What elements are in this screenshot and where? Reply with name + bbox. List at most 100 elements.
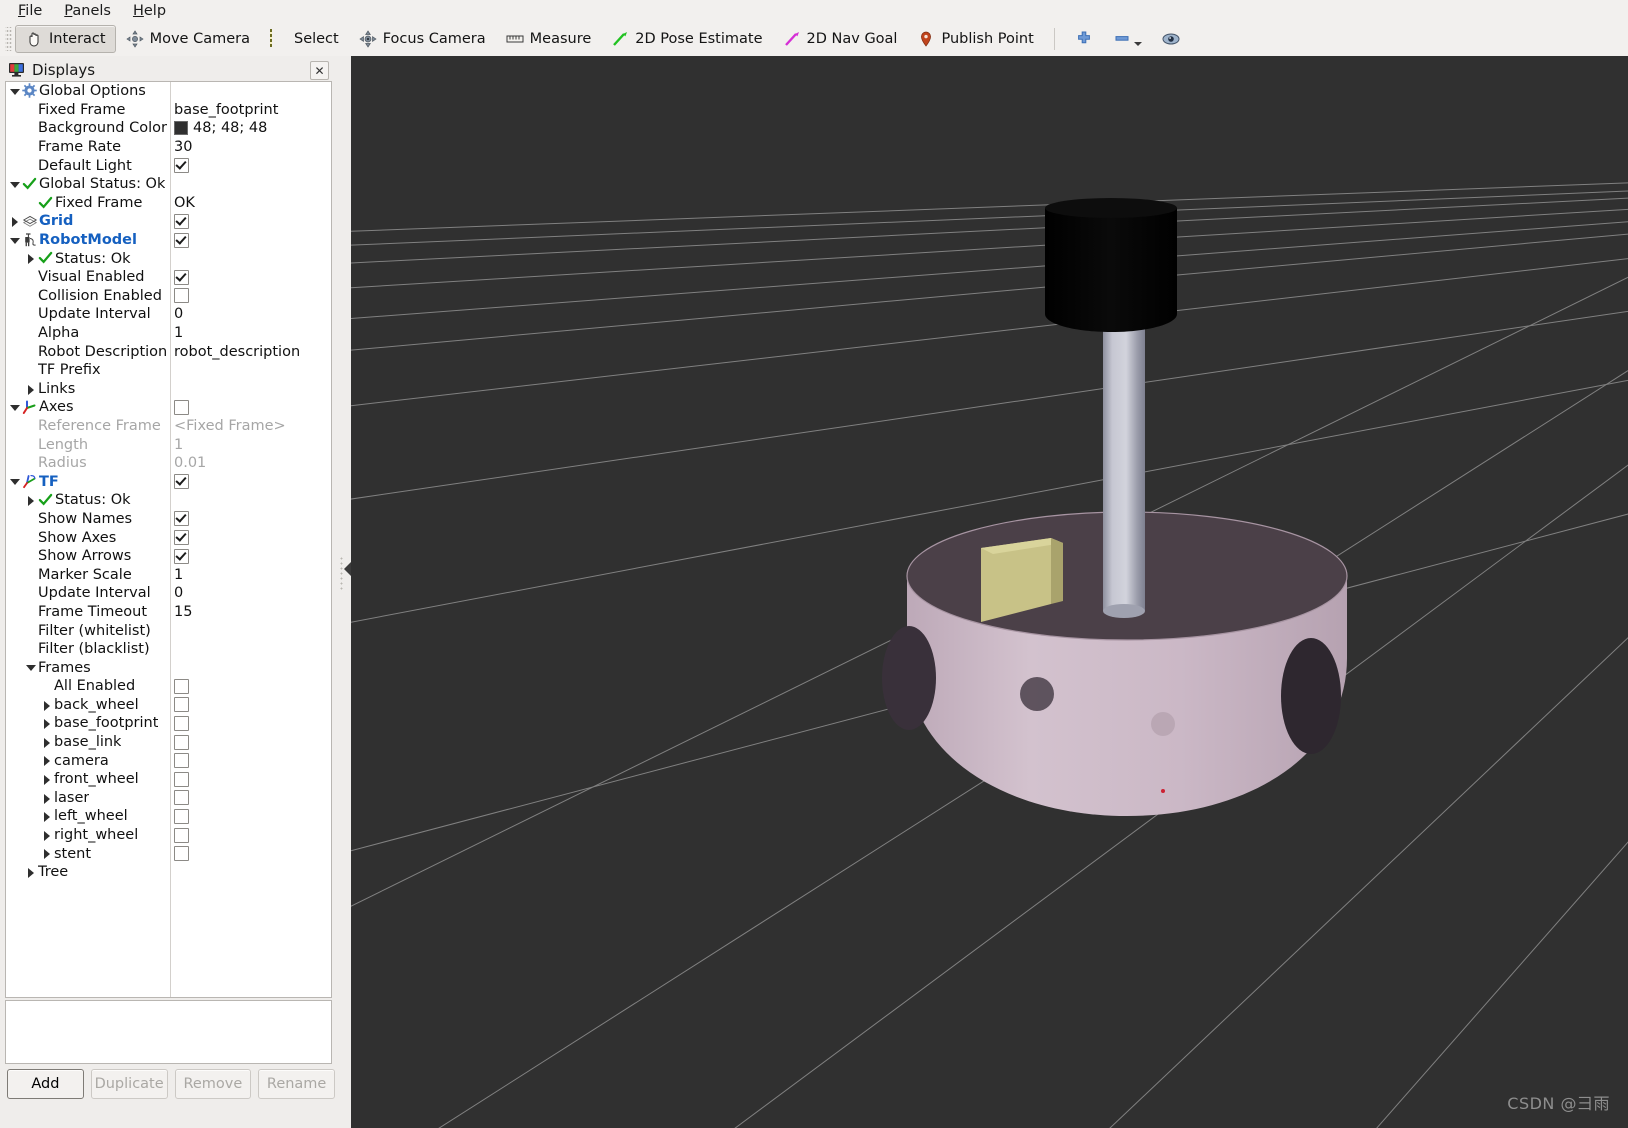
tool-interact-button[interactable]: Interact bbox=[15, 25, 116, 53]
checkbox-unchecked[interactable] bbox=[174, 678, 189, 694]
tree-twisty-open[interactable] bbox=[6, 231, 22, 250]
tree-twisty-closed[interactable] bbox=[38, 844, 54, 863]
tree-row-value-cell[interactable] bbox=[169, 733, 331, 752]
tree-twisty-closed[interactable] bbox=[22, 380, 38, 399]
tree-twisty-closed[interactable] bbox=[22, 863, 38, 882]
tree-row-value-cell[interactable] bbox=[169, 510, 331, 529]
tree-row-value-cell[interactable] bbox=[169, 472, 331, 491]
tree-row-value-cell[interactable] bbox=[169, 175, 331, 194]
tree-row-value-cell[interactable] bbox=[169, 863, 331, 882]
duplicate-button[interactable]: Duplicate bbox=[90, 1069, 168, 1099]
tree-row[interactable]: Collision Enabled bbox=[6, 287, 331, 306]
menu-item-file[interactable]: File bbox=[8, 1, 52, 21]
checkbox-unchecked[interactable] bbox=[174, 771, 189, 787]
tree-row[interactable]: Frame Timeout 15 bbox=[6, 603, 331, 622]
tree-row-value-cell[interactable] bbox=[169, 696, 331, 715]
close-icon[interactable]: ✕ bbox=[310, 61, 329, 80]
tree-row[interactable]: laser bbox=[6, 789, 331, 808]
checkbox-checked[interactable] bbox=[174, 530, 189, 546]
tree-row[interactable]: base_link bbox=[6, 733, 331, 752]
tree-twisty-open[interactable] bbox=[6, 175, 22, 194]
tree-row-value-cell[interactable] bbox=[169, 640, 331, 659]
tree-row[interactable]: Links bbox=[6, 380, 331, 399]
add-button[interactable]: Add bbox=[7, 1069, 84, 1099]
tree-row[interactable]: Show Arrows bbox=[6, 547, 331, 566]
tree-row[interactable]: Filter (blacklist) bbox=[6, 640, 331, 659]
tree-twisty-closed[interactable] bbox=[38, 714, 54, 733]
tree-twisty-closed[interactable] bbox=[38, 751, 54, 770]
checkbox-unchecked[interactable] bbox=[174, 697, 189, 713]
tree-row[interactable]: Filter (whitelist) bbox=[6, 621, 331, 640]
tree-row-value-cell[interactable] bbox=[169, 677, 331, 696]
tree-row-value-cell[interactable] bbox=[169, 249, 331, 268]
tree-row-value-cell[interactable] bbox=[169, 287, 331, 306]
tree-row-value-cell[interactable]: 1 bbox=[169, 324, 331, 343]
checkbox-checked[interactable] bbox=[174, 474, 189, 490]
tree-row[interactable]: Status: Ok bbox=[6, 249, 331, 268]
checkbox-checked[interactable] bbox=[174, 213, 189, 229]
tree-row[interactable]: Alpha 1 bbox=[6, 324, 331, 343]
tree-row[interactable]: Radius 0.01 bbox=[6, 454, 331, 473]
tree-row-value-cell[interactable] bbox=[169, 547, 331, 566]
menu-item-panels[interactable]: Panels bbox=[54, 1, 121, 21]
tree-row-value-cell[interactable] bbox=[169, 268, 331, 287]
tree-row[interactable]: stent bbox=[6, 844, 331, 863]
checkbox-unchecked[interactable] bbox=[174, 827, 189, 843]
tree-row[interactable]: camera bbox=[6, 751, 331, 770]
checkbox-unchecked[interactable] bbox=[174, 715, 189, 731]
tree-row-value-cell[interactable] bbox=[169, 770, 331, 789]
tree-row-value-cell[interactable]: 15 bbox=[169, 603, 331, 622]
tree-row-value-cell[interactable] bbox=[169, 156, 331, 175]
3d-render-view[interactable]: CSDN @彐雨 bbox=[351, 56, 1628, 1128]
tree-row-value-cell[interactable] bbox=[169, 658, 331, 677]
tree-twisty-closed[interactable] bbox=[22, 491, 38, 510]
tree-row[interactable]: Show Axes bbox=[6, 528, 331, 547]
checkbox-checked[interactable] bbox=[174, 232, 189, 248]
tree-row-value-cell[interactable] bbox=[169, 844, 331, 863]
panel-splitter[interactable] bbox=[336, 56, 351, 1128]
tree-row[interactable]: Default Light bbox=[6, 156, 331, 175]
tree-row-value-cell[interactable]: 0.01 bbox=[169, 454, 331, 473]
tree-row-value-cell[interactable]: 0 bbox=[169, 584, 331, 603]
tree-row[interactable]: Background Color 48; 48; 48 bbox=[6, 119, 331, 138]
tree-row-value-cell[interactable] bbox=[169, 528, 331, 547]
tree-twisty-closed[interactable] bbox=[38, 826, 54, 845]
tree-row[interactable]: left_wheel bbox=[6, 807, 331, 826]
tree-row[interactable]: right_wheel bbox=[6, 826, 331, 845]
tree-row-value-cell[interactable] bbox=[169, 231, 331, 250]
tree-row-value-cell[interactable]: 1 bbox=[169, 435, 331, 454]
tree-row[interactable]: back_wheel bbox=[6, 696, 331, 715]
tree-twisty-closed[interactable] bbox=[38, 770, 54, 789]
visibility-button[interactable] bbox=[1152, 25, 1190, 53]
tree-row[interactable]: base_footprint bbox=[6, 714, 331, 733]
tree-row[interactable]: RobotModel bbox=[6, 231, 331, 250]
tree-row[interactable]: Visual Enabled bbox=[6, 268, 331, 287]
tree-row[interactable]: Length 1 bbox=[6, 435, 331, 454]
tool-2d-pose-estimate-button[interactable]: 2D Pose Estimate bbox=[601, 25, 772, 53]
remove-button[interactable]: Remove bbox=[174, 1069, 252, 1099]
tree-row-value-cell[interactable] bbox=[169, 212, 331, 231]
tree-row[interactable]: Update Interval 0 bbox=[6, 305, 331, 324]
tree-row-value-cell[interactable] bbox=[169, 621, 331, 640]
tree-row-value-cell[interactable] bbox=[169, 714, 331, 733]
tree-row[interactable]: Fixed Frame OK bbox=[6, 194, 331, 213]
tree-row[interactable]: front_wheel bbox=[6, 770, 331, 789]
tree-row[interactable]: Update Interval 0 bbox=[6, 584, 331, 603]
toolbar-drag-handle[interactable] bbox=[5, 27, 12, 51]
zoom-in-button[interactable] bbox=[1065, 25, 1103, 53]
tree-row[interactable]: Reference Frame <Fixed Frame> bbox=[6, 417, 331, 436]
tree-row-value-cell[interactable] bbox=[169, 398, 331, 417]
tool-measure-button[interactable]: Measure bbox=[496, 25, 602, 53]
tree-row[interactable]: Global Status: Ok bbox=[6, 175, 331, 194]
tree-row-value-cell[interactable] bbox=[169, 361, 331, 380]
checkbox-unchecked[interactable] bbox=[174, 288, 189, 304]
tool-2d-nav-goal-button[interactable]: 2D Nav Goal bbox=[773, 25, 908, 53]
tree-row-value-cell[interactable]: 1 bbox=[169, 565, 331, 584]
checkbox-checked[interactable] bbox=[174, 548, 189, 564]
tree-row-value-cell[interactable] bbox=[169, 826, 331, 845]
color-swatch[interactable] bbox=[174, 121, 188, 136]
tree-row[interactable]: Grid bbox=[6, 212, 331, 231]
tree-row-value-cell[interactable]: 30 bbox=[169, 138, 331, 157]
tree-row[interactable]: All Enabled bbox=[6, 677, 331, 696]
tree-row-value-cell[interactable] bbox=[169, 491, 331, 510]
